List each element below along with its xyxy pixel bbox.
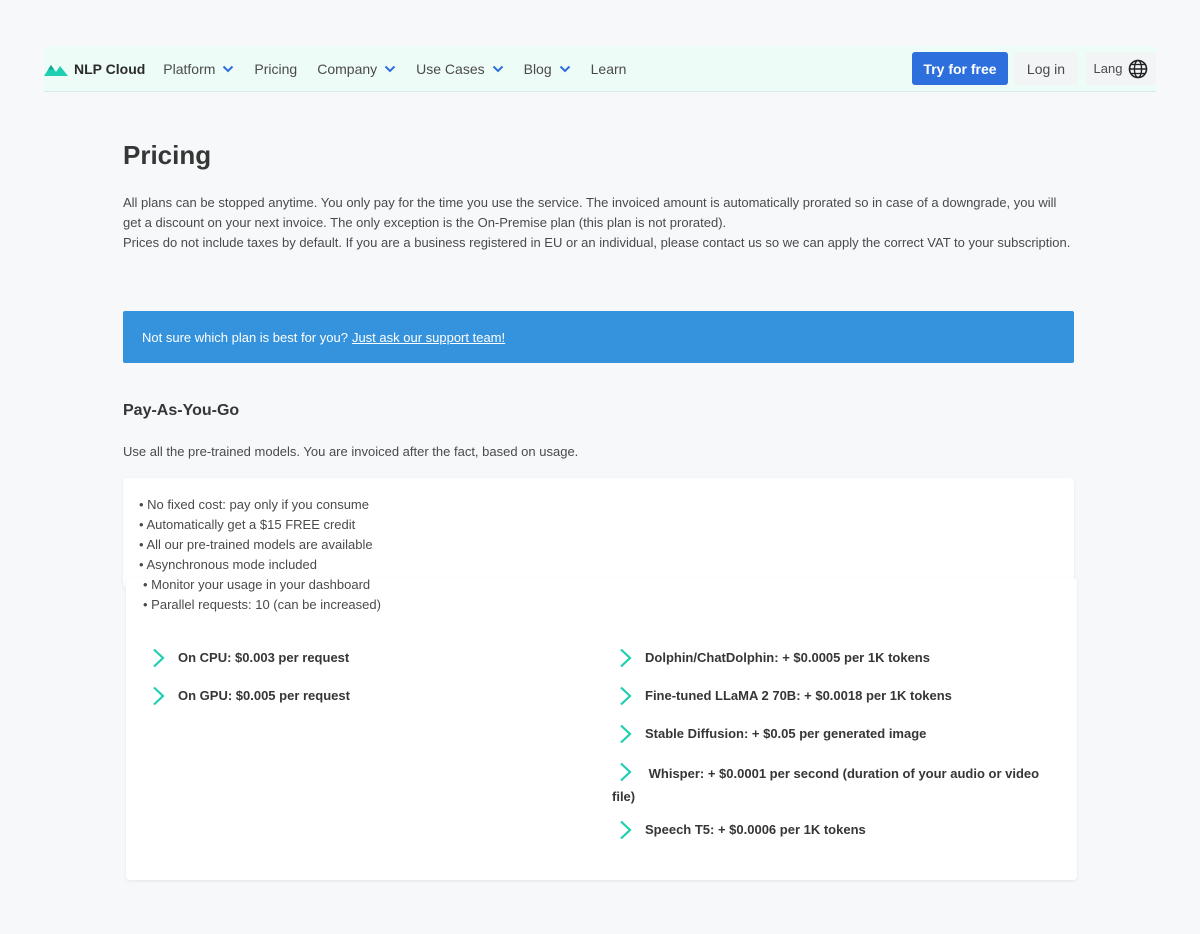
price-row: Dolphin/ChatDolphin: + $0.0005 per 1K to…: [617, 648, 1057, 668]
intro-text-taxes: Prices do not include taxes by default. …: [123, 235, 1071, 250]
nav-platform[interactable]: Platform: [153, 46, 244, 91]
price-text: On CPU: $0.003 per request: [178, 650, 350, 665]
price-row: On GPU: $0.005 per request: [150, 686, 570, 706]
price-text: Dolphin/ChatDolphin: + $0.0005 per 1K to…: [645, 650, 930, 665]
page-title: Pricing: [123, 140, 212, 170]
price-row: Speech T5: + $0.0006 per 1K tokens: [617, 820, 1057, 840]
feature-item: • Monitor your usage in your dashboard: [143, 577, 371, 592]
chevron-down-icon: [559, 65, 571, 73]
nav-company-label: Company: [317, 60, 378, 77]
brand-logo-link[interactable]: NLP Cloud: [44, 46, 145, 91]
support-banner: Not sure which plan is best for you? Jus…: [123, 311, 1074, 363]
chevron-right-icon: [620, 648, 632, 668]
nav-pricing-label: Pricing: [254, 60, 298, 77]
plan-features-list: • No fixed cost: pay only if you consume…: [139, 495, 381, 615]
price-row: Fine-tuned LLaMA 2 70B: + $0.0018 per 1K…: [617, 686, 1057, 706]
language-label: Lang: [1093, 61, 1123, 76]
try-for-free-button[interactable]: Try for free: [912, 52, 1008, 85]
chevron-right-icon: [620, 724, 632, 744]
nav-use-cases-label: Use Cases: [416, 60, 485, 77]
chevron-right-icon: [153, 648, 165, 668]
price-row: On CPU: $0.003 per request: [150, 648, 570, 668]
nav-pricing[interactable]: Pricing: [244, 46, 307, 91]
chevron-right-icon: [620, 762, 632, 782]
price-text: Stable Diffusion: + $0.05 per generated …: [645, 726, 927, 741]
top-navbar: NLP Cloud Platform Pricing Company Use C…: [44, 46, 1156, 92]
price-text: On GPU: $0.005 per request: [178, 688, 350, 703]
chevron-right-icon: [153, 686, 165, 706]
nav-actions: Try for free Log in Lang: [912, 46, 1156, 91]
nav-learn-label: Learn: [590, 60, 627, 77]
price-text: Whisper: + $0.0001 per second (duration …: [612, 766, 1040, 804]
price-text: Speech T5: + $0.0006 per 1K tokens: [645, 822, 866, 837]
brand-name: NLP Cloud: [74, 60, 146, 77]
nav-platform-label: Platform: [163, 60, 216, 77]
chevron-down-icon: [222, 65, 234, 73]
feature-item: • All our pre-trained models are availab…: [139, 537, 373, 552]
price-row: Stable Diffusion: + $0.05 per generated …: [617, 724, 1057, 744]
chevron-down-icon: [384, 65, 396, 73]
chevron-right-icon: [620, 686, 632, 706]
language-selector[interactable]: Lang: [1086, 52, 1156, 85]
nav-company[interactable]: Company: [307, 46, 406, 91]
plan-description: Use all the pre-trained models. You are …: [123, 444, 579, 459]
log-in-button[interactable]: Log in: [1014, 52, 1078, 85]
feature-item: • Parallel requests: 10 (can be increase…: [143, 597, 381, 612]
nav-use-cases[interactable]: Use Cases: [406, 46, 513, 91]
nav-blog[interactable]: Blog: [514, 46, 581, 91]
feature-item: • No fixed cost: pay only if you consume: [139, 497, 369, 512]
mountain-logo-icon: [44, 64, 68, 76]
chevron-right-icon: [620, 820, 632, 840]
nav-blog-label: Blog: [523, 60, 552, 77]
prices-left-column: On CPU: $0.003 per request On GPU: $0.00…: [150, 648, 570, 724]
pricing-intro-section: Pricing All plans can be stopped anytime…: [123, 140, 1074, 253]
intro-paragraph: All plans can be stopped anytime. You on…: [123, 193, 1074, 253]
chevron-down-icon: [492, 65, 504, 73]
nav-learn[interactable]: Learn: [581, 46, 637, 91]
feature-item: • Asynchronous mode included: [139, 557, 317, 572]
feature-item: • Automatically get a $15 FREE credit: [139, 517, 356, 532]
price-text: Fine-tuned LLaMA 2 70B: + $0.0018 per 1K…: [645, 688, 952, 703]
prices-right-column: Dolphin/ChatDolphin: + $0.0005 per 1K to…: [612, 648, 1057, 858]
globe-icon: [1129, 59, 1148, 78]
support-banner-text: Not sure which plan is best for you?: [142, 329, 348, 345]
price-row: Whisper: + $0.0001 per second (duration …: [612, 762, 1057, 808]
support-team-link[interactable]: Just ask our support team!: [352, 330, 505, 345]
plan-title: Pay-As-You-Go: [123, 402, 240, 419]
intro-text-prorate: All plans can be stopped anytime. You on…: [123, 195, 1057, 230]
